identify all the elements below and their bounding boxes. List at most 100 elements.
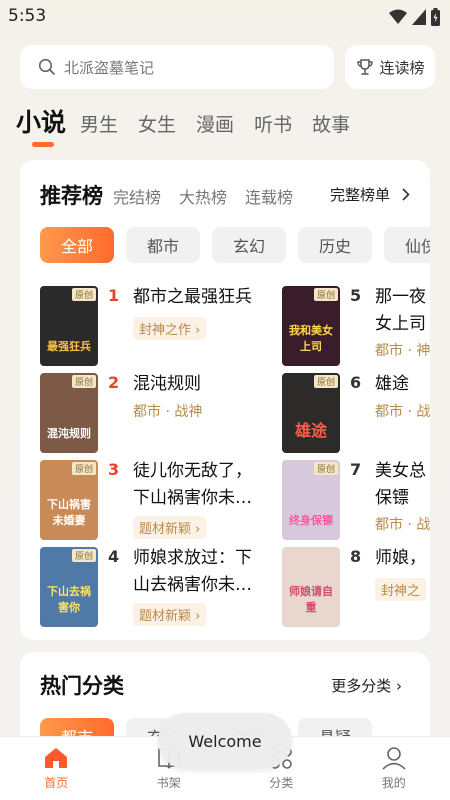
continuous-read-rank-button[interactable]: 连读榜	[345, 45, 435, 89]
signal-icon	[412, 9, 426, 25]
welcome-toast: Welcome	[158, 713, 292, 769]
book-item[interactable]: 原创 雄途 6 雄途 都市 · 战	[282, 373, 430, 455]
chip-fantasy[interactable]: 玄幻	[212, 227, 286, 263]
book-title: 师娘求放过：下山去祸害你未…	[133, 548, 252, 595]
trophy-icon	[357, 59, 374, 75]
book-item[interactable]: 原创 我和美女上司 5 那一夜女上司 都市 · 神	[282, 286, 430, 368]
wifi-icon	[389, 9, 407, 24]
more-categories-link[interactable]: 更多分类 ›	[331, 675, 402, 696]
rank-button-label: 连读榜	[379, 58, 425, 77]
hot-categories-title: 热门分类	[40, 674, 124, 698]
status-time: 5:53	[8, 6, 47, 26]
cover-title: 最强狂兵	[47, 340, 91, 353]
book-cover: 原创 下山去祸害你	[40, 547, 98, 627]
book-cover: 原创 雄途	[282, 373, 340, 453]
tab-novel[interactable]: 小说	[16, 103, 66, 139]
nav-bookshelf-label: 书架	[156, 776, 181, 790]
nav-profile-label: 我的	[381, 776, 406, 790]
book-tag[interactable]: 封神之作 ›	[133, 317, 207, 340]
status-bar: 5:53	[0, 0, 450, 34]
book-rank: 4	[108, 547, 120, 566]
subtab-serial[interactable]: 连载榜	[245, 184, 293, 208]
nav-home-label: 首页	[44, 776, 69, 790]
chevron-right-icon	[402, 188, 410, 201]
book-rank: 5	[350, 286, 362, 305]
book-item[interactable]: 原创 最强狂兵 1 都市之最强狂兵 封神之作 ›	[40, 286, 260, 368]
book-title: 徒儿你无敌了，下山祸害你未…	[133, 461, 252, 508]
book-cover: 原创 混沌规则	[40, 373, 98, 453]
book-title: 美女总保镖	[375, 461, 426, 508]
tab-male[interactable]: 男生	[80, 110, 118, 137]
book-cover: 原创 我和美女上司	[282, 286, 340, 366]
book-title: 那一夜女上司	[375, 287, 426, 334]
book-genre: 都市 · 战	[375, 404, 430, 420]
subtab-finished[interactable]: 完结榜	[113, 184, 161, 208]
full-list-link[interactable]: 完整榜单	[330, 184, 410, 205]
tab-comic[interactable]: 漫画	[196, 110, 234, 137]
book-title: 混沌规则	[133, 374, 201, 394]
recommend-header: 推荐榜 完结榜 大热榜 连载榜	[40, 180, 311, 210]
original-badge: 原创	[313, 462, 338, 475]
full-list-label: 完整榜单	[329, 186, 390, 204]
nav-profile[interactable]: 我的	[338, 737, 450, 800]
book-item[interactable]: 原创 下山去祸害你 4 师娘求放过：下山去祸害你未… 题材新颖 ›	[40, 547, 260, 629]
cover-title: 师娘请自重	[289, 585, 333, 614]
search-icon	[38, 58, 55, 75]
book-rank: 2	[108, 373, 120, 392]
active-tab-indicator	[32, 142, 54, 147]
tab-story[interactable]: 故事	[312, 110, 350, 137]
book-rank: 3	[108, 460, 120, 479]
book-title: 雄途	[375, 374, 409, 394]
book-cover: 原创 下山祸害未婚妻	[40, 460, 98, 540]
user-icon	[382, 747, 406, 770]
book-item[interactable]: 原创 混沌规则 2 混沌规则 都市 · 战神	[40, 373, 260, 455]
book-tag[interactable]: 封神之	[375, 578, 427, 601]
category-tabs: 小说 男生 女生 漫画 听书 故事	[16, 103, 370, 139]
book-item[interactable]: 原创 下山祸害未婚妻 3 徒儿你无敌了，下山祸害你未… 题材新颖 ›	[40, 460, 260, 542]
battery-icon	[431, 8, 440, 26]
book-title: 师娘，	[375, 548, 426, 568]
recommend-title[interactable]: 推荐榜	[40, 180, 103, 210]
book-cover: 原创 终身保镖	[282, 460, 340, 540]
book-tag[interactable]: 题材新颖 ›	[133, 516, 207, 539]
book-item[interactable]: 原创 终身保镖 7 美女总保镖 都市 · 战	[282, 460, 430, 542]
search-placeholder: 北派盗墓笔记	[64, 58, 155, 77]
original-badge: 原创	[71, 462, 96, 475]
book-rank: 8	[350, 547, 362, 566]
nav-categories-label: 分类	[269, 776, 294, 790]
recommend-card: 推荐榜 完结榜 大热榜 连载榜 完整榜单 全部 都市 玄幻 历史 仙侠 原创 最…	[20, 160, 430, 640]
cover-title: 终身保镖	[289, 514, 333, 527]
home-icon	[45, 748, 68, 768]
nav-home[interactable]: 首页	[0, 737, 113, 800]
cover-title: 下山去祸害你	[47, 585, 91, 614]
book-cover: 原创 最强狂兵	[40, 286, 98, 366]
book-genre: 都市 · 神	[375, 343, 430, 359]
search-bar[interactable]: 北派盗墓笔记	[20, 45, 334, 89]
chip-urban[interactable]: 都市	[126, 227, 200, 263]
book-title: 都市之最强狂兵	[133, 287, 252, 307]
tab-female[interactable]: 女生	[138, 110, 176, 137]
subtab-hot[interactable]: 大热榜	[179, 184, 227, 208]
book-rank: 1	[108, 286, 120, 305]
original-badge: 原创	[313, 375, 338, 388]
chip-history[interactable]: 历史	[298, 227, 372, 263]
status-icons	[389, 8, 440, 26]
book-rank: 6	[350, 373, 362, 392]
chip-xianxia[interactable]: 仙侠	[384, 227, 430, 263]
book-item[interactable]: 师娘请自重 8 师娘， 封神之	[282, 547, 430, 629]
cover-title: 我和美女上司	[289, 324, 333, 353]
book-cover: 师娘请自重	[282, 547, 340, 627]
cover-title: 下山祸害未婚妻	[47, 498, 91, 527]
original-badge: 原创	[313, 288, 338, 301]
tab-audiobook[interactable]: 听书	[254, 110, 292, 137]
chip-all[interactable]: 全部	[40, 227, 114, 263]
book-tag[interactable]: 题材新颖 ›	[133, 603, 207, 626]
genre-chips: 全部 都市 玄幻 历史 仙侠	[40, 227, 430, 263]
book-rank: 7	[350, 460, 362, 479]
book-genre: 都市 · 战神	[133, 404, 203, 420]
original-badge: 原创	[71, 549, 96, 562]
original-badge: 原创	[71, 288, 96, 301]
cover-title: 雄途	[294, 421, 327, 440]
original-badge: 原创	[71, 375, 96, 388]
book-genre: 都市 · 战	[375, 517, 430, 533]
